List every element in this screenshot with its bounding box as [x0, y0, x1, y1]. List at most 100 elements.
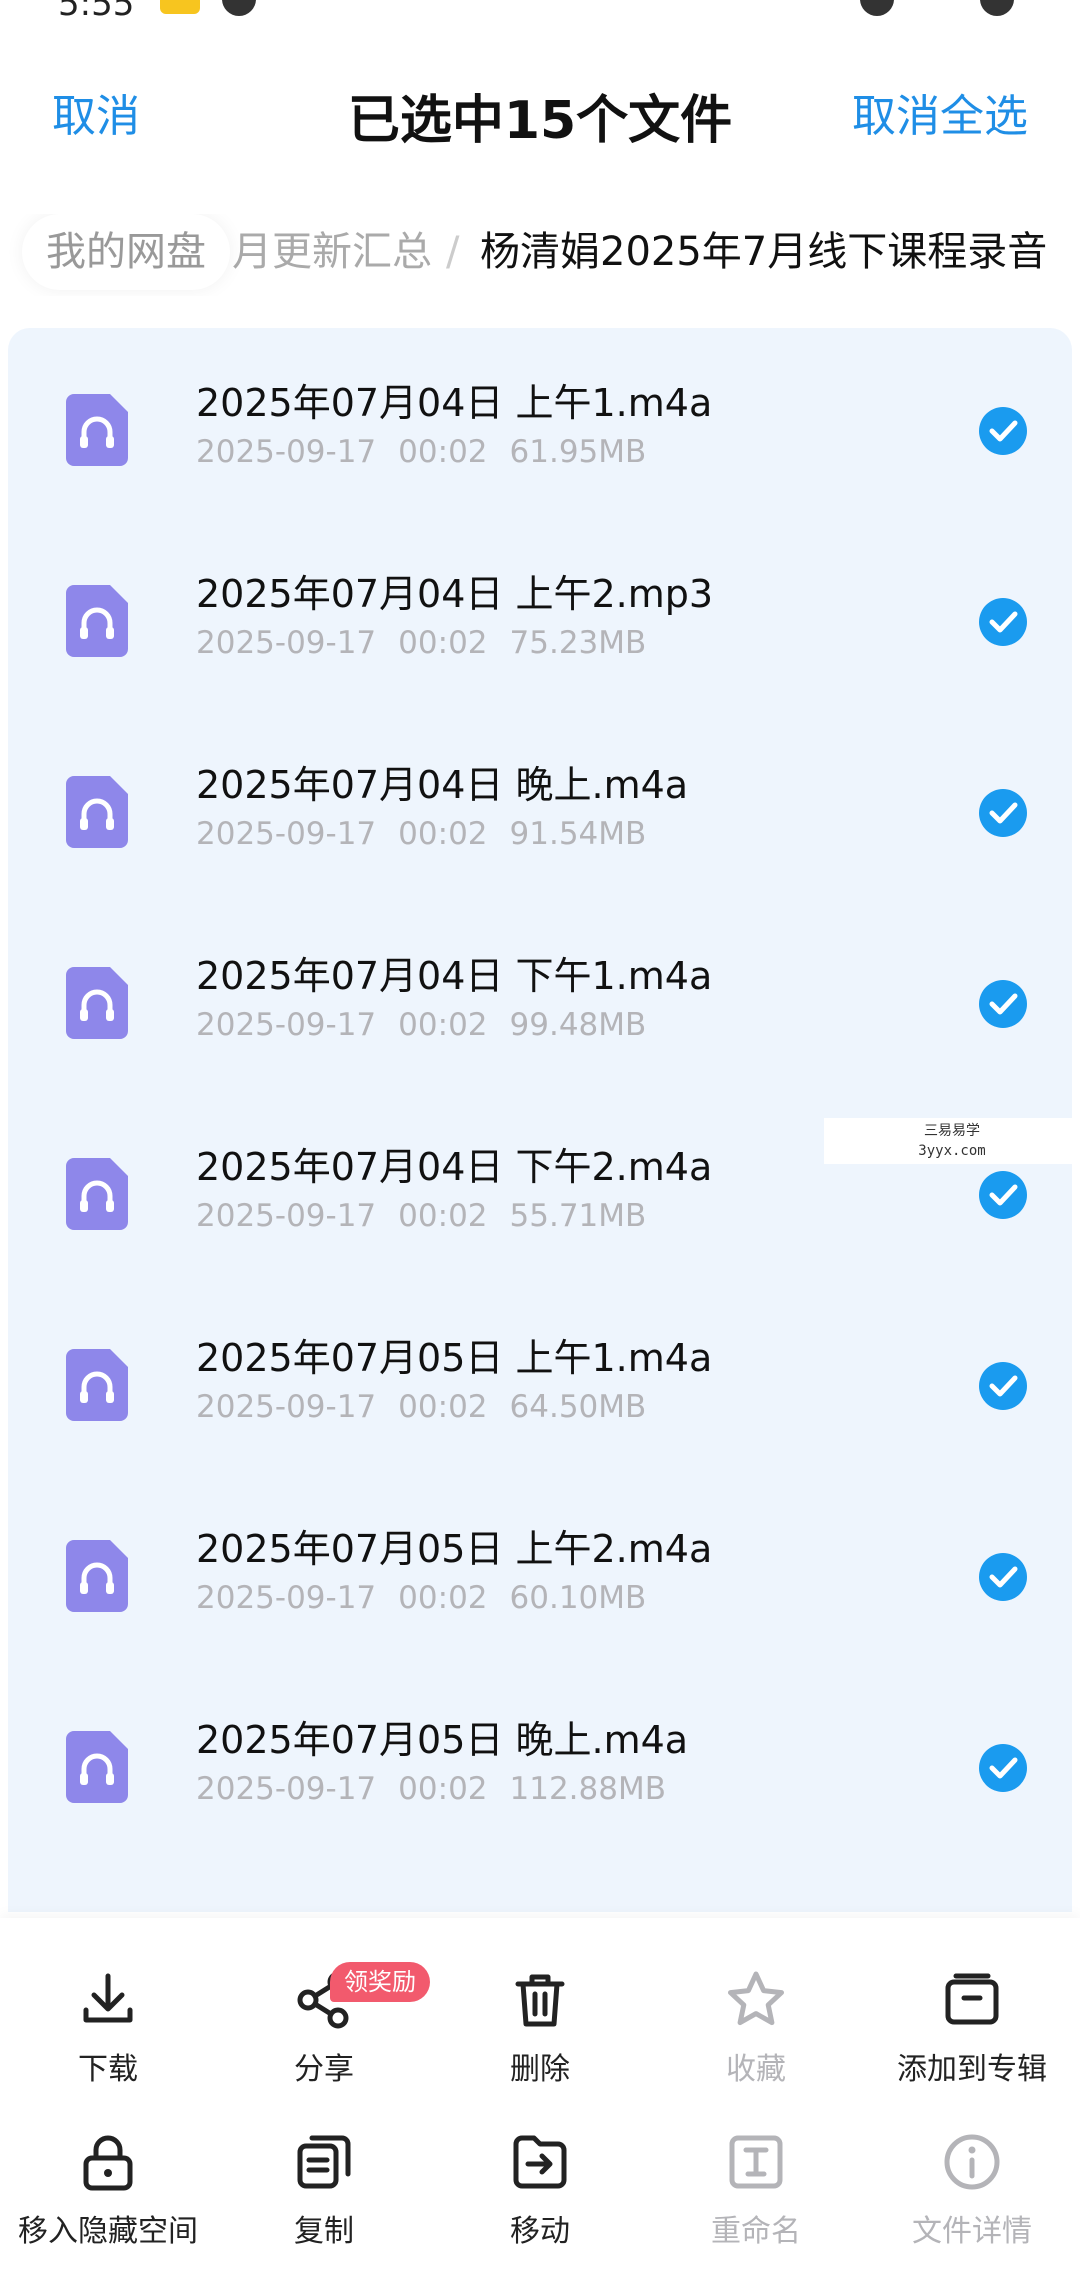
breadcrumb-root[interactable]: 我的网盘 [22, 214, 230, 290]
file-row[interactable]: 2025年07月04日 晚上.m4a 2025-09-17 00:02 91.54M… [8, 710, 1072, 901]
trash-icon [515, 1974, 565, 2027]
check-circle-icon[interactable] [978, 788, 1028, 838]
file-time: 00:02 [398, 816, 488, 852]
status-notification-badge [160, 0, 200, 14]
file-size: 60.10MB [509, 1580, 647, 1616]
file-date: 2025-09-17 [196, 1198, 377, 1234]
status-bar: 5:55 [0, 0, 1080, 24]
file-meta: 2025-09-17 00:02 60.10MB [196, 1580, 668, 1616]
file-meta: 2025-09-17 00:02 99.48MB [196, 1007, 668, 1043]
share-label: 分享 [294, 2052, 354, 2087]
file-meta: 2025-09-17 00:02 91.54MB [196, 816, 668, 852]
rename-icon [729, 2135, 783, 2189]
check-circle-icon[interactable] [978, 597, 1028, 647]
share-button[interactable]: 领奖励 分享 [216, 1938, 432, 2098]
check-circle-icon[interactable] [978, 979, 1028, 1029]
copy-button[interactable]: 复制 [216, 2100, 432, 2260]
delete-button[interactable]: 删除 [432, 1938, 648, 2098]
file-date: 2025-09-17 [196, 1580, 377, 1616]
file-size: 75.23MB [509, 625, 647, 661]
file-row[interactable]: 2025年07月05日 上午1.m4a 2025-09-17 00:02 64.50… [8, 1283, 1072, 1474]
file-date: 2025-09-17 [196, 625, 377, 661]
status-dot-icon [222, 0, 256, 16]
cancel-button[interactable]: 取消 [52, 80, 140, 144]
favorite-button[interactable]: 收藏 [648, 1938, 864, 2098]
add-to-album-label: 添加到专辑 [897, 2052, 1047, 2087]
audio-file-headphones-icon [66, 1158, 128, 1230]
file-name: 2025年07月04日 上午1.m4a [196, 381, 713, 425]
copy-label: 复制 [294, 2214, 354, 2249]
favorite-label: 收藏 [726, 2052, 786, 2087]
battery-icon [980, 0, 1014, 16]
file-time: 00:02 [398, 1007, 488, 1043]
file-row[interactable]: 2025年07月04日 上午2.mp3 2025-09-17 00:02 75.23… [8, 519, 1072, 710]
breadcrumb-current: 杨清娟2025年7月线下课程录音 [480, 229, 1048, 275]
file-name: 2025年07月04日 晚上.m4a [196, 763, 689, 807]
file-date: 2025-09-17 [196, 434, 377, 470]
share-reward-badge: 领奖励 [330, 1962, 430, 2002]
breadcrumb-separator: / [446, 229, 460, 275]
file-date: 2025-09-17 [196, 816, 377, 852]
selection-header: 已选中15个文件 取消 取消全选 [0, 60, 1080, 170]
file-row[interactable]: 2025年07月04日 下午1.m4a 2025-09-17 00:02 99.48… [8, 901, 1072, 1092]
check-circle-icon[interactable] [978, 406, 1028, 456]
info-icon [944, 2134, 1000, 2190]
audio-file-headphones-icon [66, 585, 128, 657]
file-size: 99.48MB [509, 1007, 647, 1043]
file-name: 2025年07月04日 上午2.mp3 [196, 572, 714, 616]
file-name: 2025年07月04日 下午1.m4a [196, 954, 713, 998]
file-time: 00:02 [398, 434, 488, 470]
file-time: 00:02 [398, 1198, 488, 1234]
check-circle-icon[interactable] [978, 1743, 1028, 1793]
check-circle-icon[interactable] [978, 1170, 1028, 1220]
move-to-hidden-button[interactable]: 移入隐藏空间 [0, 2100, 216, 2260]
download-label: 下载 [78, 2052, 138, 2087]
file-size: 61.95MB [509, 434, 647, 470]
lock-icon [83, 2135, 133, 2191]
file-time: 00:02 [398, 1389, 488, 1425]
file-time: 00:02 [398, 625, 488, 661]
file-row[interactable]: 2025年07月05日 晚上.m4a 2025-09-17 00:02 112.88… [8, 1665, 1072, 1856]
file-meta: 2025-09-17 00:02 55.71MB [196, 1198, 668, 1234]
file-size: 64.50MB [509, 1389, 647, 1425]
folder-arrow-icon [513, 2135, 567, 2189]
move-label: 移动 [510, 2214, 570, 2249]
audio-file-headphones-icon [66, 1540, 128, 1612]
check-circle-icon[interactable] [978, 1361, 1028, 1411]
watermark: 三易易学 3yyx.com [824, 1118, 1080, 1164]
file-meta: 2025-09-17 00:02 75.23MB [196, 625, 668, 661]
star-icon [728, 1971, 784, 2026]
rename-button[interactable]: 重命名 [648, 2100, 864, 2260]
file-date: 2025-09-17 [196, 1389, 377, 1425]
file-time: 00:02 [398, 1771, 488, 1807]
file-date: 2025-09-17 [196, 1007, 377, 1043]
deselect-all-button[interactable]: 取消全选 [852, 80, 1028, 144]
file-row[interactable]: 2025年07月04日 上午1.m4a 2025-09-17 00:02 61.95… [8, 328, 1072, 519]
copy-icon [297, 2135, 351, 2189]
file-name: 2025年07月05日 上午2.m4a [196, 1527, 713, 1571]
watermark-url: 3yyx.com [918, 1143, 986, 1159]
file-name: 2025年07月04日 下午2.m4a [196, 1145, 713, 1189]
audio-file-headphones-icon [66, 967, 128, 1039]
audio-file-headphones-icon [66, 1349, 128, 1421]
file-time: 00:02 [398, 1580, 488, 1616]
signal-icon [860, 0, 894, 16]
file-row[interactable]: 2025年07月05日 上午2.m4a 2025-09-17 00:02 60.10… [8, 1474, 1072, 1665]
rename-label: 重命名 [711, 2214, 801, 2249]
add-to-album-button[interactable]: 添加到专辑 [864, 1938, 1080, 2098]
file-size: 55.71MB [509, 1198, 647, 1234]
breadcrumb: 月更新汇总 我的网盘 / 杨清娟2025年7月线下课程录音 [0, 214, 1080, 296]
file-details-button[interactable]: 文件详情 [864, 2100, 1080, 2260]
audio-file-headphones-icon [66, 776, 128, 848]
breadcrumb-parent[interactable]: 月更新汇总 [232, 214, 432, 290]
watermark-text: 三易易学 [924, 1123, 980, 1139]
download-button[interactable]: 下载 [0, 1938, 216, 2098]
action-bar: 下载 领奖励 分享 删除 收藏 添加到专辑 移入隐藏空间 复制 移动 重命名 文… [0, 1918, 1080, 2286]
audio-file-headphones-icon [66, 394, 128, 466]
move-button[interactable]: 移动 [432, 2100, 648, 2260]
delete-label: 删除 [510, 2052, 570, 2087]
album-box-icon [945, 1973, 999, 2025]
file-meta: 2025-09-17 00:02 61.95MB [196, 434, 668, 470]
check-circle-icon[interactable] [978, 1552, 1028, 1602]
move-to-hidden-label: 移入隐藏空间 [18, 2214, 198, 2249]
